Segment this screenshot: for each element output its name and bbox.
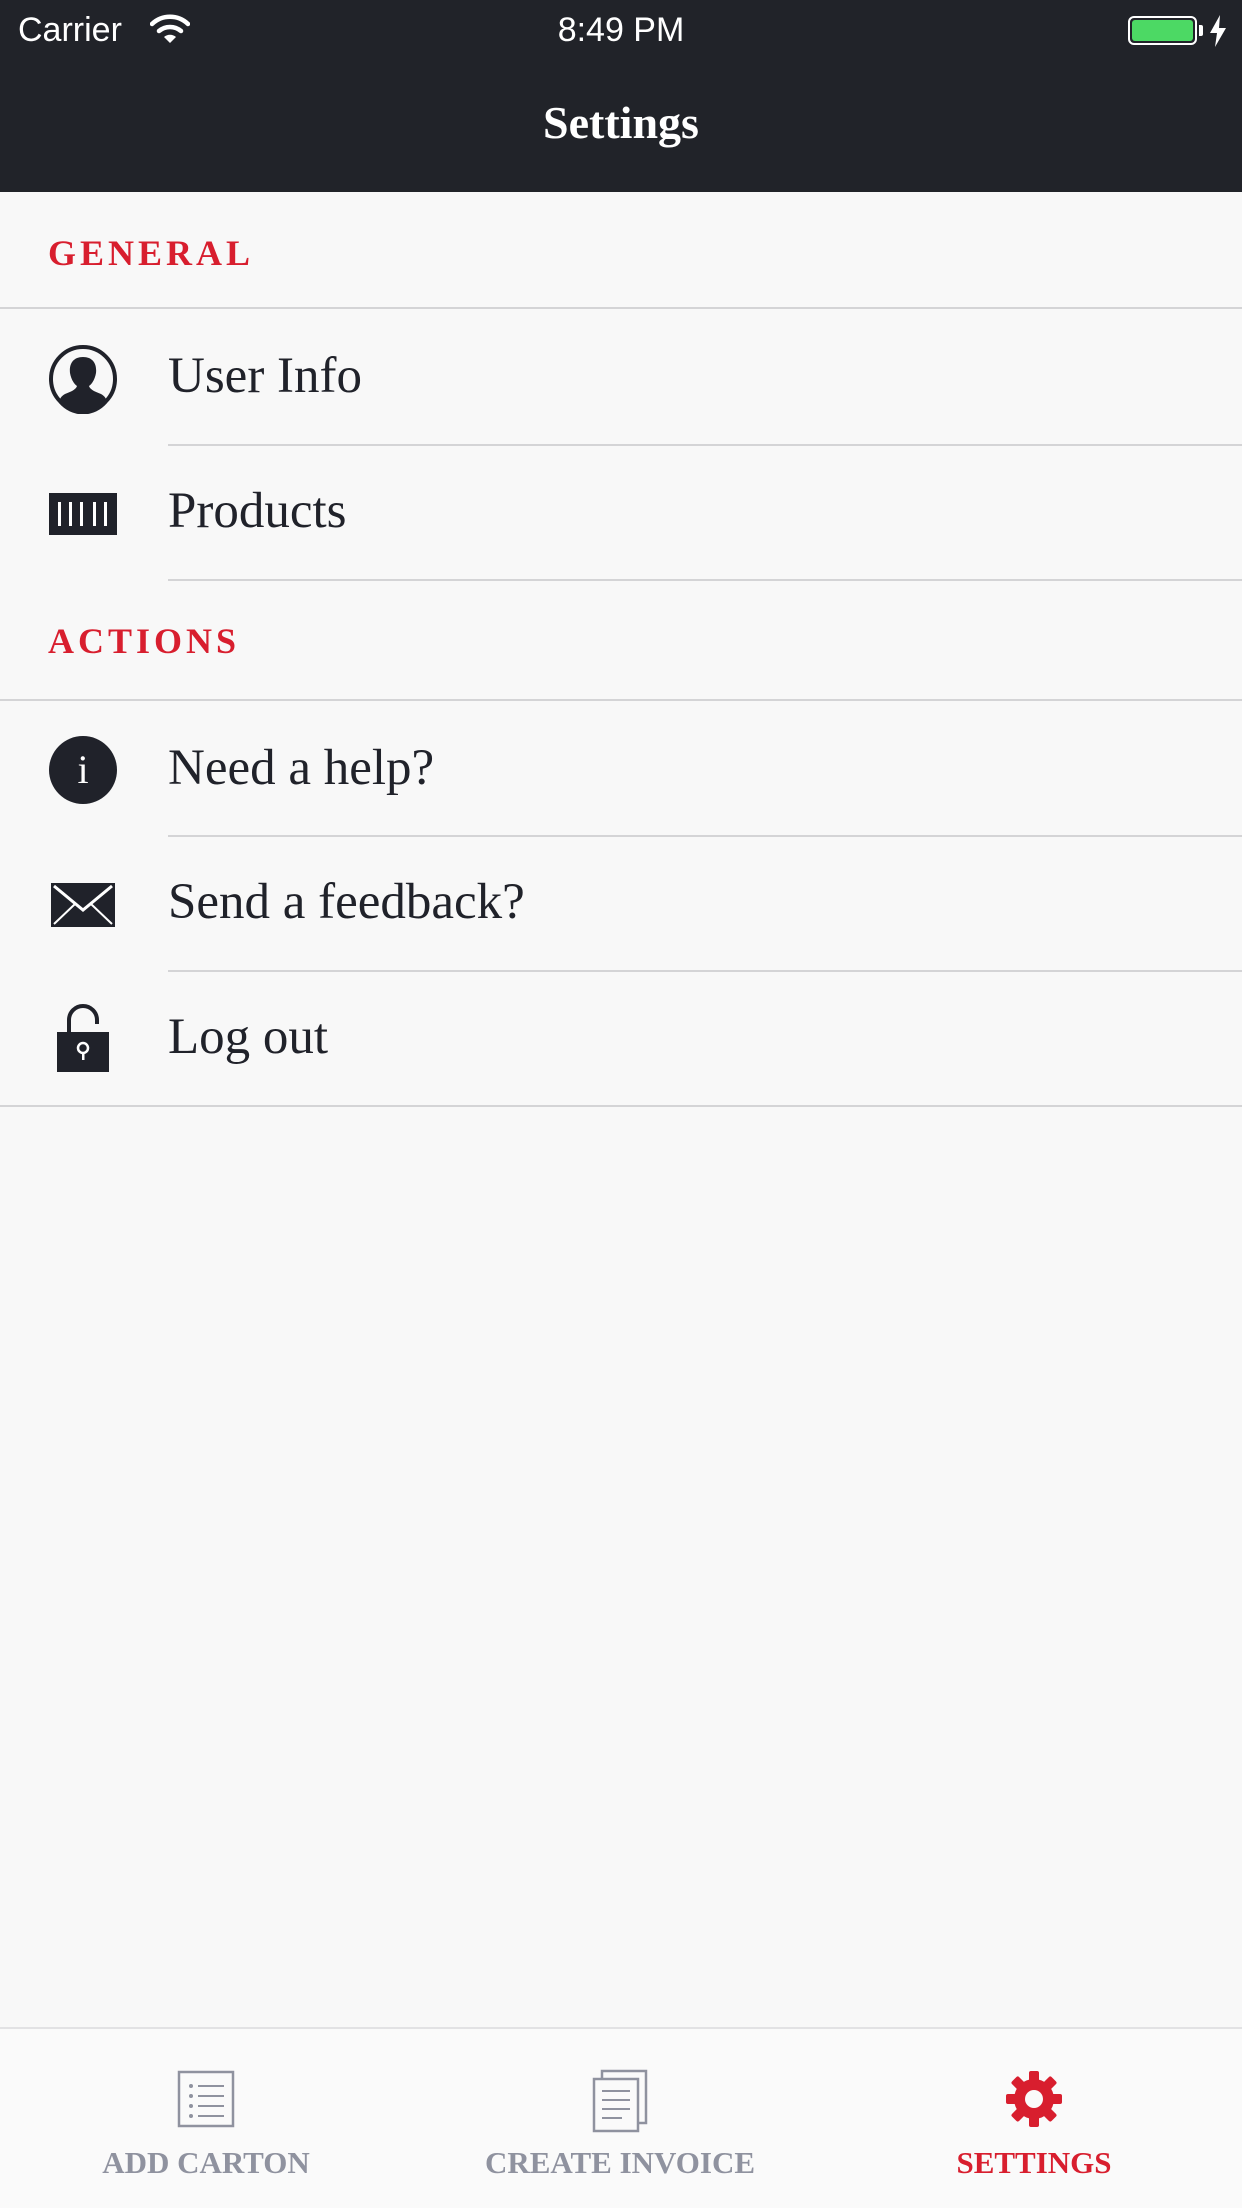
envelope-icon: [51, 883, 115, 927]
battery-icon: [1128, 16, 1197, 45]
user-icon: [49, 345, 117, 414]
settings-row-user-info[interactable]: User Info: [0, 311, 1242, 446]
settings-row-label: User Info: [168, 348, 363, 404]
section-header-label: GENERAL: [48, 233, 255, 273]
tab-label: SETTINGS: [956, 2145, 1112, 2180]
status-time: 8:49 PM: [557, 11, 685, 49]
navigation-bar: Carrier 8:49 PM Settings: [0, 0, 1242, 192]
tab-create-invoice[interactable]: CREATE INVOICE: [470, 2029, 770, 2208]
settings-row-products[interactable]: Products: [0, 446, 1242, 581]
barcode-icon: [49, 493, 117, 535]
battery-nub: [1199, 25, 1203, 36]
info-icon: i: [49, 736, 117, 804]
tab-label: ADD CARTON: [102, 2145, 310, 2180]
section-header-general: GENERAL: [0, 192, 1242, 309]
charging-bolt-icon: [1210, 15, 1226, 47]
tab-settings[interactable]: SETTINGS: [884, 2029, 1184, 2208]
tab-label: CREATE INVOICE: [484, 2145, 756, 2180]
settings-row-label: Log out: [168, 1009, 329, 1065]
settings-row-label: Products: [168, 483, 347, 539]
settings-row-label: Need a help?: [168, 740, 435, 796]
settings-row-logout[interactable]: Log out: [0, 972, 1242, 1107]
list-bottom-divider: [0, 1105, 1242, 1107]
settings-row-label: Send a feedback?: [168, 874, 525, 930]
settings-row-help[interactable]: i Need a help?: [0, 703, 1242, 838]
gear-icon: [1006, 2071, 1062, 2127]
document-icon: [592, 2069, 648, 2133]
section-header-label: ACTIONS: [48, 621, 241, 661]
list-icon: [177, 2070, 235, 2128]
status-bar: Carrier 8:49 PM: [0, 0, 1242, 60]
section-header-actions: ACTIONS: [0, 582, 1242, 701]
tab-add-carton[interactable]: ADD CARTON: [56, 2029, 356, 2208]
tab-bar: ADD CARTON CREATE INVOICE SETTINGS: [0, 2027, 1242, 2208]
unlock-icon: [57, 1004, 109, 1072]
settings-row-feedback[interactable]: Send a feedback?: [0, 837, 1242, 972]
page-title: Settings: [543, 97, 699, 148]
svg-text:i: i: [77, 747, 88, 792]
row-divider: [168, 579, 1242, 581]
